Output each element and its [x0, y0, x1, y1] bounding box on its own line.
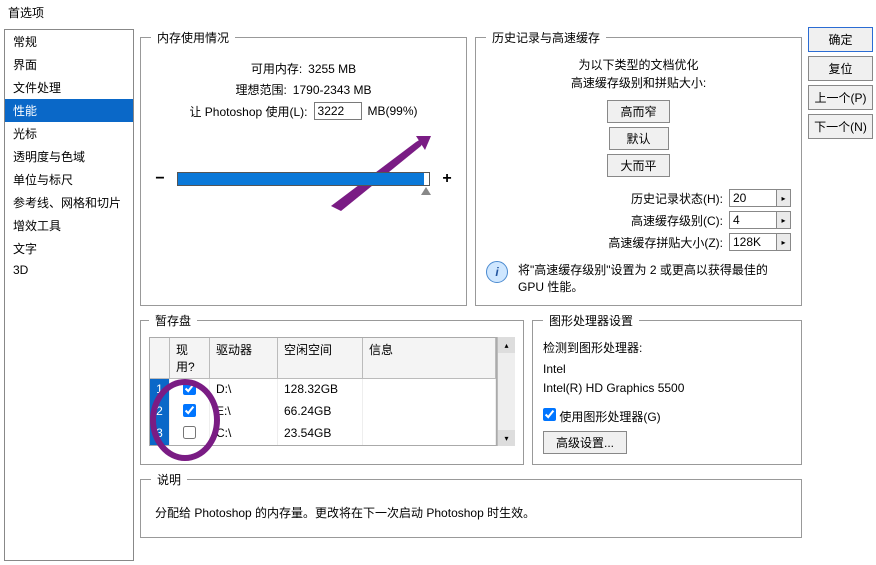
- memory-slider[interactable]: [177, 172, 430, 186]
- disk-row[interactable]: 1 D:\ 128.32GB: [150, 379, 496, 401]
- disk-row-index: 2: [150, 401, 170, 423]
- sidebar-item-3d[interactable]: 3D: [5, 260, 133, 280]
- stepper-arrow-icon[interactable]: ▸: [777, 233, 791, 251]
- ideal-range-label: 理想范围:: [235, 81, 286, 98]
- slider-minus-button[interactable]: −: [151, 170, 169, 188]
- sidebar-item-plugins[interactable]: 增效工具: [5, 214, 133, 237]
- cache-info-text: 将"高速缓存级别"设置为 2 或更高以获得最佳的 GPU 性能。: [518, 261, 791, 295]
- history-states-label: 历史记录状态(H):: [631, 190, 723, 207]
- description-group: 说明 分配给 Photoshop 的内存量。更改将在下一次启动 Photosho…: [140, 471, 802, 538]
- cache-levels-input[interactable]: [729, 211, 777, 229]
- info-icon: i: [486, 261, 508, 283]
- disk-scrollbar[interactable]: ▴ ▾: [497, 337, 515, 446]
- gpu-detected-label: 检测到图形处理器:: [543, 339, 791, 356]
- gpu-group: 图形处理器设置 检测到图形处理器: Intel Intel(R) HD Grap…: [532, 312, 802, 465]
- use-gpu-checkbox[interactable]: [543, 408, 556, 421]
- history-states-input[interactable]: [729, 189, 777, 207]
- window-title: 首选项: [0, 0, 876, 25]
- memory-legend: 内存使用情况: [151, 29, 235, 46]
- description-legend: 说明: [151, 471, 187, 488]
- disk-col-info[interactable]: 信息: [363, 338, 496, 379]
- scratch-disks-group: 暂存盘 现用? 驱动器 空闲空间 信息: [140, 312, 524, 465]
- disk-row-index: 3: [150, 423, 170, 445]
- big-flat-button[interactable]: 大而平: [607, 154, 669, 177]
- description-text: 分配给 Photoshop 的内存量。更改将在下一次启动 Photoshop 时…: [151, 498, 791, 527]
- disk-drive: C:\: [210, 423, 278, 445]
- sidebar-item-cursors[interactable]: 光标: [5, 122, 133, 145]
- memory-unit: MB(99%): [368, 104, 418, 118]
- scroll-up-icon[interactable]: ▴: [498, 337, 515, 353]
- sidebar-item-units[interactable]: 单位与标尺: [5, 168, 133, 191]
- cache-tile-label: 高速缓存拼贴大小(Z):: [608, 234, 723, 251]
- gpu-vendor: Intel: [543, 360, 791, 379]
- sidebar-item-file-handling[interactable]: 文件处理: [5, 76, 133, 99]
- reset-button[interactable]: 复位: [808, 56, 873, 81]
- disk-row[interactable]: 2 E:\ 66.24GB: [150, 401, 496, 423]
- disk-col-index: [150, 338, 170, 379]
- memory-input[interactable]: [314, 102, 362, 120]
- disk-col-active[interactable]: 现用?: [170, 338, 210, 379]
- sidebar-item-transparency[interactable]: 透明度与色域: [5, 145, 133, 168]
- let-ps-use-label: 让 Photoshop 使用(L):: [189, 103, 307, 120]
- history-legend: 历史记录与高速缓存: [486, 29, 606, 46]
- sidebar-item-type[interactable]: 文字: [5, 237, 133, 260]
- history-group: 历史记录与高速缓存 为以下类型的文档优化 高速缓存级别和拼贴大小: 高而窄 默认…: [475, 29, 802, 306]
- disk-free: 23.54GB: [278, 423, 363, 445]
- available-mem-value: 3255 MB: [308, 62, 356, 76]
- default-button[interactable]: 默认: [609, 127, 669, 150]
- prev-button[interactable]: 上一个(P): [808, 85, 873, 110]
- disk-row-index: 1: [150, 379, 170, 401]
- cache-tile-input[interactable]: [729, 233, 777, 251]
- cache-levels-label: 高速缓存级别(C):: [631, 212, 723, 229]
- use-gpu-text: 使用图形处理器(G): [559, 410, 660, 424]
- gpu-legend: 图形处理器设置: [543, 312, 639, 329]
- disk-active-checkbox[interactable]: [183, 382, 196, 395]
- scroll-down-icon[interactable]: ▾: [498, 430, 515, 446]
- gpu-advanced-button[interactable]: 高级设置...: [543, 431, 627, 454]
- ok-button[interactable]: 确定: [808, 27, 873, 52]
- disk-free: 66.24GB: [278, 401, 363, 423]
- sidebar: 常规 界面 文件处理 性能 光标 透明度与色域 单位与标尺 参考线、网格和切片 …: [4, 29, 134, 561]
- stepper-arrow-icon[interactable]: ▸: [777, 211, 791, 229]
- dialog-buttons: 确定 复位 上一个(P) 下一个(N): [808, 25, 876, 565]
- disk-active-checkbox[interactable]: [183, 426, 196, 439]
- disk-col-drive[interactable]: 驱动器: [210, 338, 278, 379]
- available-mem-label: 可用内存:: [251, 60, 302, 77]
- disk-free: 128.32GB: [278, 379, 363, 401]
- history-text2: 高速缓存级别和拼贴大小:: [486, 74, 791, 92]
- sidebar-item-performance[interactable]: 性能: [5, 99, 133, 122]
- stepper-arrow-icon[interactable]: ▸: [777, 189, 791, 207]
- disk-active-checkbox[interactable]: [183, 404, 196, 417]
- slider-thumb-icon[interactable]: [421, 187, 431, 195]
- ideal-range-value: 1790-2343 MB: [293, 83, 372, 97]
- disk-row[interactable]: 3 C:\ 23.54GB: [150, 423, 496, 445]
- use-gpu-label[interactable]: 使用图形处理器(G): [543, 410, 661, 424]
- sidebar-item-general[interactable]: 常规: [5, 30, 133, 53]
- disk-drive: E:\: [210, 401, 278, 423]
- disk-body: 1 D:\ 128.32GB 2 E:\: [150, 379, 496, 445]
- next-button[interactable]: 下一个(N): [808, 114, 873, 139]
- tall-thin-button[interactable]: 高而窄: [607, 100, 669, 123]
- scratch-disks-legend: 暂存盘: [149, 312, 197, 329]
- disk-drive: D:\: [210, 379, 278, 401]
- disk-col-free[interactable]: 空闲空间: [278, 338, 363, 379]
- memory-group: 内存使用情况 可用内存: 3255 MB 理想范围: 1790-2343 MB …: [140, 29, 467, 306]
- history-text1: 为以下类型的文档优化: [486, 56, 791, 74]
- sidebar-item-guides[interactable]: 参考线、网格和切片: [5, 191, 133, 214]
- gpu-model: Intel(R) HD Graphics 5500: [543, 379, 791, 398]
- sidebar-item-interface[interactable]: 界面: [5, 53, 133, 76]
